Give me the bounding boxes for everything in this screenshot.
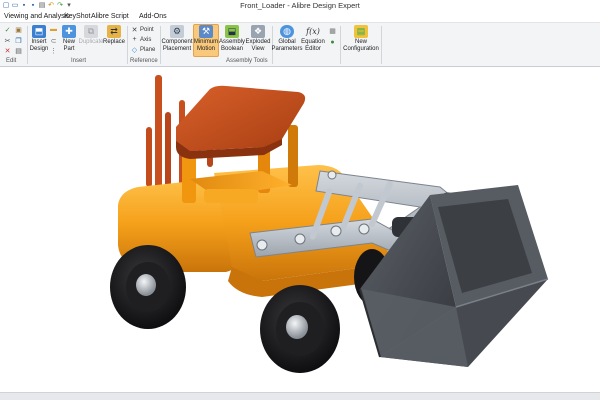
link-icon: ⊂ (50, 38, 57, 45)
copy-icon: ❐ (15, 38, 22, 45)
group-label-assembly-tools: Assembly Tools (226, 58, 268, 64)
delete-icon: ✕ (4, 48, 11, 55)
point-icon: ✕ (131, 27, 138, 34)
minimum-motion-button[interactable]: ⚒ Minimum Motion (193, 24, 219, 57)
front-loader-model[interactable] (0, 67, 600, 400)
exploded-view-icon: ❖ (251, 25, 265, 38)
cab-roof (176, 85, 306, 151)
insert-mini-button-2[interactable]: ⊂ (50, 37, 57, 45)
axis-icon: + (132, 36, 137, 43)
insert-mini-button-1[interactable]: ▬ (50, 26, 57, 33)
loader-bucket (359, 185, 549, 367)
menu-alibre-script[interactable]: Alibre Script (91, 13, 129, 21)
copy-button[interactable]: ❐ (15, 37, 22, 45)
component-placement-label: Component Placement (161, 39, 193, 52)
replace-label: Replace (103, 39, 126, 45)
menu-keyshot[interactable]: KeyShot (64, 13, 90, 21)
replace-icon: ⇄ (107, 25, 121, 38)
exploded-view-button[interactable]: ❖ Exploded View (245, 25, 271, 53)
separator (381, 26, 382, 64)
separator (340, 26, 341, 64)
plane-button[interactable]: ◇ Plane (131, 46, 156, 54)
minimum-motion-label: Minimum Motion (193, 39, 219, 52)
axis-label: Axis (140, 36, 152, 43)
new-part-icon: ✚ (62, 25, 76, 38)
point-button[interactable]: ✕ Point (131, 26, 154, 34)
table-icon: ▦ (329, 28, 336, 35)
cut-button[interactable]: ✂ (4, 37, 11, 45)
new-part-label: New Part (62, 39, 75, 52)
assembly-boolean-icon: ⬓ (225, 25, 239, 38)
duplicate-label: Duplicate (78, 39, 104, 45)
group-label-insert: Insert (71, 58, 87, 64)
group-label-reference: Reference (130, 58, 158, 64)
sphere-icon: ● (330, 39, 335, 46)
equation-editor-label: Equation Editor (301, 39, 325, 52)
menu-bar: Viewing and Analysis KeyShot Alibre Scri… (0, 12, 600, 22)
assembly-boolean-button[interactable]: ⬓ Assembly Boolean (219, 25, 245, 53)
paste-icon: ▣ (15, 27, 22, 34)
component-placement-icon: ⚙ (170, 25, 184, 38)
plane-icon: ◇ (131, 47, 138, 54)
minimum-motion-icon: ⚒ (199, 25, 213, 38)
insert-design-icon: ⬒ (32, 25, 46, 38)
group-label-edit: Edit (6, 58, 17, 64)
global-parameters-button[interactable]: ◍ Global Parameters (271, 25, 303, 53)
properties-icon: ▤ (15, 48, 22, 55)
new-configuration-label: New Configuration (343, 39, 379, 52)
globe-icon: ◍ (280, 25, 294, 38)
ribbon: ✓ ▣ ✂ ❐ ✕ ▤ Edit ⬒ Insert Design ▬ ⊂ ⋮ ✚… (0, 22, 600, 67)
axis-button[interactable]: + Axis (131, 36, 151, 43)
scissors-icon: ✂ (4, 38, 11, 45)
insert-design-label: Insert Design (29, 39, 49, 52)
check-button[interactable]: ✓ (4, 26, 11, 34)
pattern-icon: ⋮ (50, 48, 57, 55)
separator (127, 26, 128, 64)
properties-button[interactable]: ▤ (15, 47, 22, 55)
plane-label: Plane (140, 47, 156, 53)
exploded-view-label: Exploded View (245, 39, 271, 52)
point-label: Point (140, 27, 154, 33)
duplicate-button[interactable]: ⧉ Duplicate (78, 25, 104, 46)
separator (27, 26, 28, 64)
new-part-button[interactable]: ✚ New Part (60, 25, 78, 53)
menu-add-ons[interactable]: Add-Ons (139, 13, 167, 21)
equation-editor-button[interactable]: f(x) Equation Editor (301, 25, 325, 53)
new-configuration-icon: ▤ (354, 25, 368, 38)
function-icon: f(x) (306, 27, 320, 36)
model-viewport[interactable] (0, 67, 600, 400)
status-strip (0, 392, 600, 400)
insert-mini-button-3[interactable]: ⋮ (50, 47, 57, 55)
assembly-boolean-label: Assembly Boolean (219, 39, 246, 52)
title-bar: ▢ ▭ ▪ ▪ ▤ ↶ ↷ ▾ Front_Loader - Alibre De… (0, 0, 600, 12)
global-parameters-label: Global Parameters (271, 39, 303, 52)
insert-design-button[interactable]: ⬒ Insert Design (30, 25, 48, 53)
param-mini-button-2[interactable]: ● (329, 39, 336, 46)
menu-viewing-and-analysis[interactable]: Viewing and Analysis (4, 13, 70, 21)
param-mini-button-1[interactable]: ▦ (329, 27, 336, 35)
duplicate-icon: ⧉ (84, 25, 98, 38)
new-configuration-button[interactable]: ▤ New Configuration (343, 25, 379, 53)
delete-button[interactable]: ✕ (4, 47, 11, 55)
check-icon: ✓ (4, 27, 11, 34)
replace-button[interactable]: ⇄ Replace (103, 25, 125, 46)
paste-button[interactable]: ▣ (15, 26, 22, 34)
rear-wheel (110, 245, 186, 329)
folder-icon: ▬ (50, 26, 57, 33)
window-title: Front_Loader - Alibre Design Expert (240, 1, 360, 10)
front-wheel (260, 285, 340, 373)
component-placement-button[interactable]: ⚙ Component Placement (161, 25, 193, 53)
